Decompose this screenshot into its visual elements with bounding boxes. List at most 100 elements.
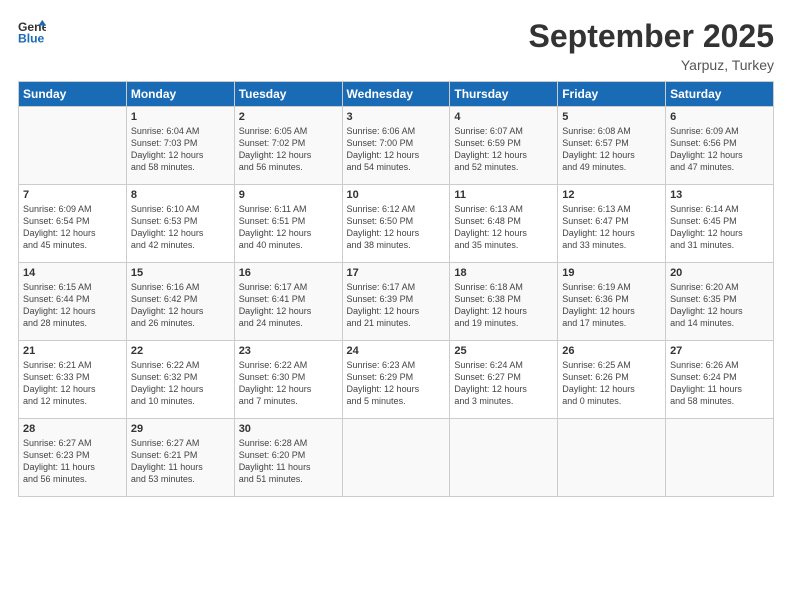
cell-info: Sunrise: 6:06 AM Sunset: 7:00 PM Dayligh… [347, 125, 446, 174]
calendar-cell: 30 Sunrise: 6:28 AM Sunset: 6:20 PM Dayli… [234, 419, 342, 497]
location: Yarpuz, Turkey [529, 57, 774, 73]
calendar-cell: 18 Sunrise: 6:18 AM Sunset: 6:38 PM Dayli… [450, 263, 558, 341]
day-number: 3 [347, 111, 446, 123]
svg-text:Blue: Blue [18, 31, 45, 45]
cell-info: Sunrise: 6:04 AM Sunset: 7:03 PM Dayligh… [131, 125, 230, 174]
calendar-cell: 2 Sunrise: 6:05 AM Sunset: 7:02 PM Daylig… [234, 107, 342, 185]
day-number: 21 [23, 345, 122, 357]
calendar-cell: 26 Sunrise: 6:25 AM Sunset: 6:26 PM Dayli… [558, 341, 666, 419]
day-number: 16 [239, 267, 338, 279]
cell-info: Sunrise: 6:11 AM Sunset: 6:51 PM Dayligh… [239, 203, 338, 252]
cell-info: Sunrise: 6:28 AM Sunset: 6:20 PM Dayligh… [239, 437, 338, 486]
calendar-cell: 25 Sunrise: 6:24 AM Sunset: 6:27 PM Dayli… [450, 341, 558, 419]
calendar-cell: 16 Sunrise: 6:17 AM Sunset: 6:41 PM Dayli… [234, 263, 342, 341]
day-number: 27 [670, 345, 769, 357]
cell-info: Sunrise: 6:09 AM Sunset: 6:56 PM Dayligh… [670, 125, 769, 174]
logo: General Blue [18, 18, 46, 46]
calendar-cell: 9 Sunrise: 6:11 AM Sunset: 6:51 PM Daylig… [234, 185, 342, 263]
day-number: 14 [23, 267, 122, 279]
calendar-cell: 29Sunrise: 6:27 AM Sunset: 6:21 PM Dayli… [126, 419, 234, 497]
day-number: 23 [239, 345, 338, 357]
cell-info: Sunrise: 6:23 AM Sunset: 6:29 PM Dayligh… [347, 359, 446, 408]
cell-info: Sunrise: 6:24 AM Sunset: 6:27 PM Dayligh… [454, 359, 553, 408]
day-number: 15 [131, 267, 230, 279]
cell-info: Sunrise: 6:25 AM Sunset: 6:26 PM Dayligh… [562, 359, 661, 408]
calendar-cell [19, 107, 127, 185]
weekday-header-friday: Friday [558, 82, 666, 107]
calendar-week-row: 14Sunrise: 6:15 AM Sunset: 6:44 PM Dayli… [19, 263, 774, 341]
calendar-cell: 17 Sunrise: 6:17 AM Sunset: 6:39 PM Dayli… [342, 263, 450, 341]
day-number: 6 [670, 111, 769, 123]
calendar-cell: 19 Sunrise: 6:19 AM Sunset: 6:36 PM Dayli… [558, 263, 666, 341]
cell-info: Sunrise: 6:09 AM Sunset: 6:54 PM Dayligh… [23, 203, 122, 252]
cell-info: Sunrise: 6:22 AM Sunset: 6:32 PM Dayligh… [131, 359, 230, 408]
calendar-cell: 4 Sunrise: 6:07 AM Sunset: 6:59 PM Daylig… [450, 107, 558, 185]
logo-icon: General Blue [18, 18, 46, 46]
cell-info: Sunrise: 6:22 AM Sunset: 6:30 PM Dayligh… [239, 359, 338, 408]
calendar-cell [666, 419, 774, 497]
calendar-week-row: 1 Sunrise: 6:04 AM Sunset: 7:03 PM Daylig… [19, 107, 774, 185]
calendar-cell: 7 Sunrise: 6:09 AM Sunset: 6:54 PM Daylig… [19, 185, 127, 263]
weekday-header-thursday: Thursday [450, 82, 558, 107]
calendar-cell: 22 Sunrise: 6:22 AM Sunset: 6:32 PM Dayli… [126, 341, 234, 419]
cell-info: Sunrise: 6:17 AM Sunset: 6:39 PM Dayligh… [347, 281, 446, 330]
day-number: 28 [23, 423, 122, 435]
day-number: 20 [670, 267, 769, 279]
header: General Blue September 2025 Yarpuz, Turk… [18, 18, 774, 73]
cell-info: Sunrise: 6:27 AM Sunset: 6:21 PM Dayligh… [131, 437, 230, 486]
cell-info: Sunrise: 6:19 AM Sunset: 6:36 PM Dayligh… [562, 281, 661, 330]
day-number: 24 [347, 345, 446, 357]
calendar-cell: 24 Sunrise: 6:23 AM Sunset: 6:29 PM Dayli… [342, 341, 450, 419]
cell-info: Sunrise: 6:05 AM Sunset: 7:02 PM Dayligh… [239, 125, 338, 174]
calendar-cell: 6 Sunrise: 6:09 AM Sunset: 6:56 PM Daylig… [666, 107, 774, 185]
day-number: 2 [239, 111, 338, 123]
weekday-header-wednesday: Wednesday [342, 82, 450, 107]
calendar-cell: 28 Sunrise: 6:27 AM Sunset: 6:23 PM Dayli… [19, 419, 127, 497]
day-number: 10 [347, 189, 446, 201]
day-number: 25 [454, 345, 553, 357]
calendar-week-row: 28 Sunrise: 6:27 AM Sunset: 6:23 PM Dayli… [19, 419, 774, 497]
calendar-week-row: 7 Sunrise: 6:09 AM Sunset: 6:54 PM Daylig… [19, 185, 774, 263]
weekday-header-row: SundayMondayTuesdayWednesdayThursdayFrid… [19, 82, 774, 107]
day-number: 12 [562, 189, 661, 201]
day-number: 17 [347, 267, 446, 279]
day-number: 5 [562, 111, 661, 123]
cell-info: Sunrise: 6:13 AM Sunset: 6:47 PM Dayligh… [562, 203, 661, 252]
cell-info: Sunrise: 6:26 AM Sunset: 6:24 PM Dayligh… [670, 359, 769, 408]
day-number: 22 [131, 345, 230, 357]
day-number: 13 [670, 189, 769, 201]
cell-info: Sunrise: 6:08 AM Sunset: 6:57 PM Dayligh… [562, 125, 661, 174]
calendar-cell: 13 Sunrise: 6:14 AM Sunset: 6:45 PM Dayli… [666, 185, 774, 263]
day-number: 19 [562, 267, 661, 279]
calendar-cell: 11 Sunrise: 6:13 AM Sunset: 6:48 PM Dayli… [450, 185, 558, 263]
day-number: 11 [454, 189, 553, 201]
calendar-cell: 12 Sunrise: 6:13 AM Sunset: 6:47 PM Dayli… [558, 185, 666, 263]
day-number: 7 [23, 189, 122, 201]
day-number: 26 [562, 345, 661, 357]
calendar-week-row: 21 Sunrise: 6:21 AM Sunset: 6:33 PM Dayli… [19, 341, 774, 419]
day-number: 9 [239, 189, 338, 201]
calendar-cell [558, 419, 666, 497]
cell-info: Sunrise: 6:13 AM Sunset: 6:48 PM Dayligh… [454, 203, 553, 252]
cell-info: Sunrise: 6:17 AM Sunset: 6:41 PM Dayligh… [239, 281, 338, 330]
calendar-cell: 14Sunrise: 6:15 AM Sunset: 6:44 PM Dayli… [19, 263, 127, 341]
day-number: 30 [239, 423, 338, 435]
day-number: 4 [454, 111, 553, 123]
day-number: 1 [131, 111, 230, 123]
cell-info: Sunrise: 6:07 AM Sunset: 6:59 PM Dayligh… [454, 125, 553, 174]
cell-info: Sunrise: 6:21 AM Sunset: 6:33 PM Dayligh… [23, 359, 122, 408]
cell-info: Sunrise: 6:18 AM Sunset: 6:38 PM Dayligh… [454, 281, 553, 330]
cell-info: Sunrise: 6:16 AM Sunset: 6:42 PM Dayligh… [131, 281, 230, 330]
weekday-header-monday: Monday [126, 82, 234, 107]
weekday-header-tuesday: Tuesday [234, 82, 342, 107]
calendar-cell [342, 419, 450, 497]
cell-info: Sunrise: 6:14 AM Sunset: 6:45 PM Dayligh… [670, 203, 769, 252]
day-number: 18 [454, 267, 553, 279]
calendar-table: SundayMondayTuesdayWednesdayThursdayFrid… [18, 81, 774, 497]
page: General Blue September 2025 Yarpuz, Turk… [0, 0, 792, 612]
cell-info: Sunrise: 6:10 AM Sunset: 6:53 PM Dayligh… [131, 203, 230, 252]
weekday-header-sunday: Sunday [19, 82, 127, 107]
cell-info: Sunrise: 6:27 AM Sunset: 6:23 PM Dayligh… [23, 437, 122, 486]
title-block: September 2025 Yarpuz, Turkey [529, 18, 774, 73]
calendar-cell: 8Sunrise: 6:10 AM Sunset: 6:53 PM Daylig… [126, 185, 234, 263]
